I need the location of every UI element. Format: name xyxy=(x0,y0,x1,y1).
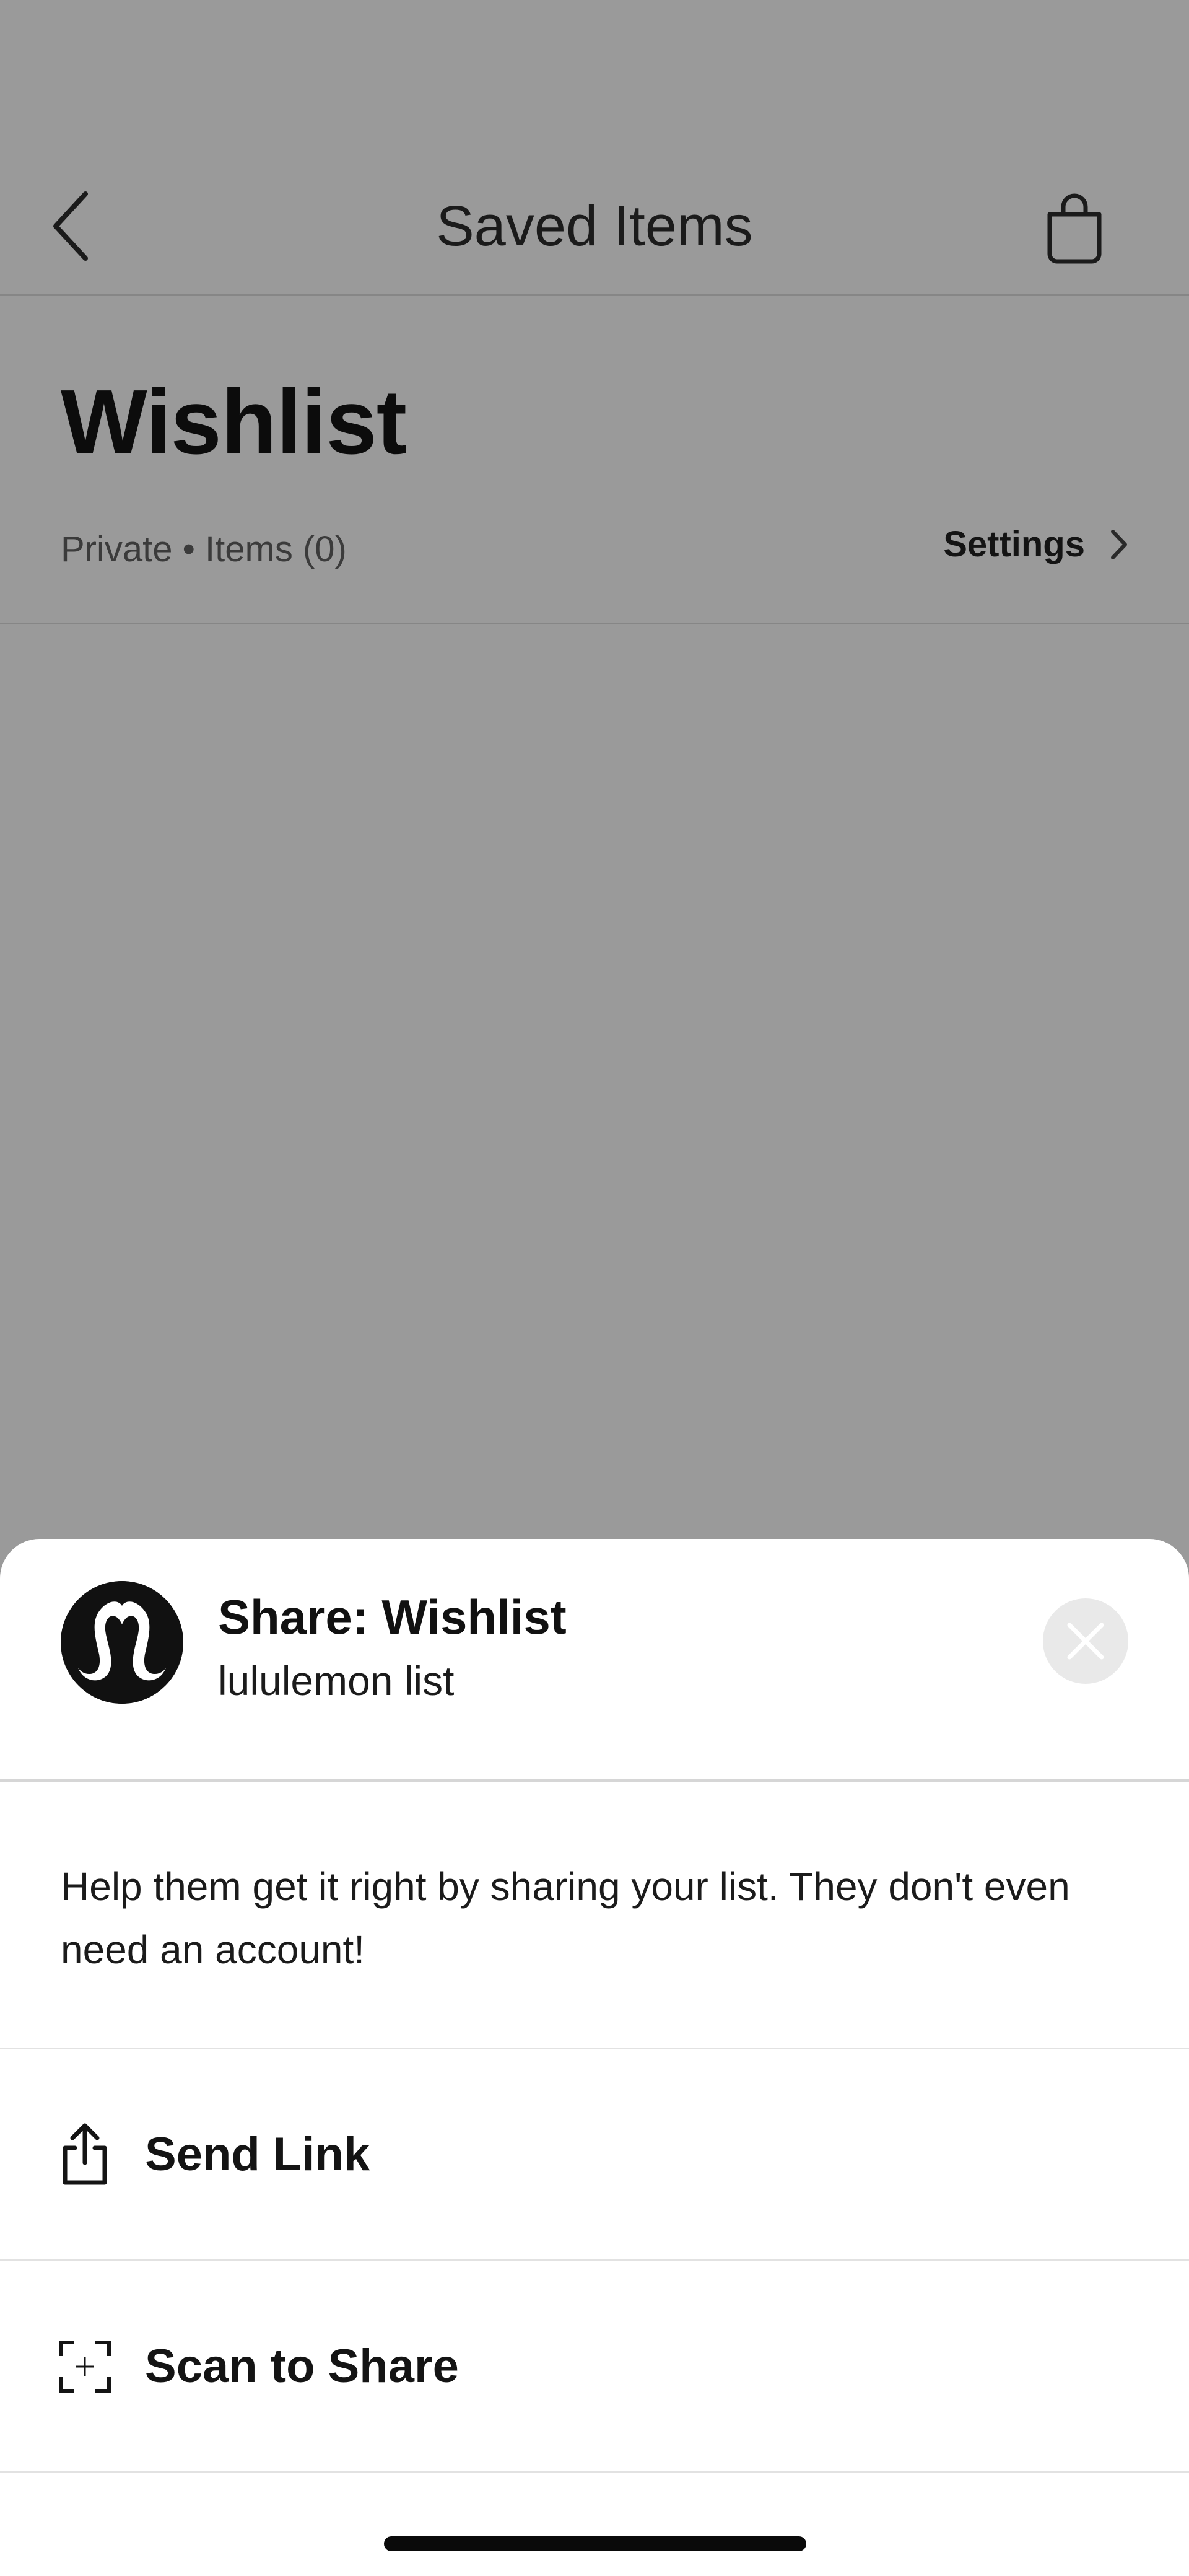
page-title: Saved Items xyxy=(436,195,753,258)
scan-to-share-label: Scan to Share xyxy=(145,2339,459,2393)
settings-link[interactable]: Settings xyxy=(943,527,1128,563)
share-sheet-subtitle: lululemon list xyxy=(218,1658,455,1704)
list-meta: Private • Items (0) xyxy=(61,529,347,569)
share-sheet-header: Share: Wishlist lululemon list xyxy=(0,1539,1189,1782)
share-description: Help them get it right by sharing your l… xyxy=(61,1864,1070,1972)
scan-icon xyxy=(57,2333,113,2401)
nav-bar: Saved Items xyxy=(0,0,1189,296)
lululemon-logo-icon xyxy=(61,1581,183,1704)
settings-label: Settings xyxy=(943,524,1085,564)
share-icon xyxy=(57,2121,113,2189)
list-title: Wishlist xyxy=(61,371,407,473)
list-header: Wishlist Private • Items (0) Settings xyxy=(0,296,1189,624)
scan-to-share-button[interactable]: Scan to Share xyxy=(0,2261,1189,2473)
home-indicator xyxy=(384,2536,806,2551)
send-link-label: Send Link xyxy=(145,2127,370,2181)
close-button[interactable] xyxy=(1043,1598,1128,1684)
close-icon xyxy=(1067,1623,1104,1660)
share-sheet-title: Share: Wishlist xyxy=(218,1590,567,1644)
shopping-bag-icon xyxy=(1047,193,1102,264)
screen: Saved Items Wishlist Private • Items (0)… xyxy=(0,0,1189,2576)
chevron-right-icon xyxy=(1111,530,1127,559)
shopping-bag-button[interactable] xyxy=(1040,189,1108,269)
share-description-row: Help them get it right by sharing your l… xyxy=(0,1782,1189,2049)
send-link-button[interactable]: Send Link xyxy=(0,2049,1189,2261)
share-sheet: Share: Wishlist lululemon list Help them… xyxy=(0,1539,1189,2576)
